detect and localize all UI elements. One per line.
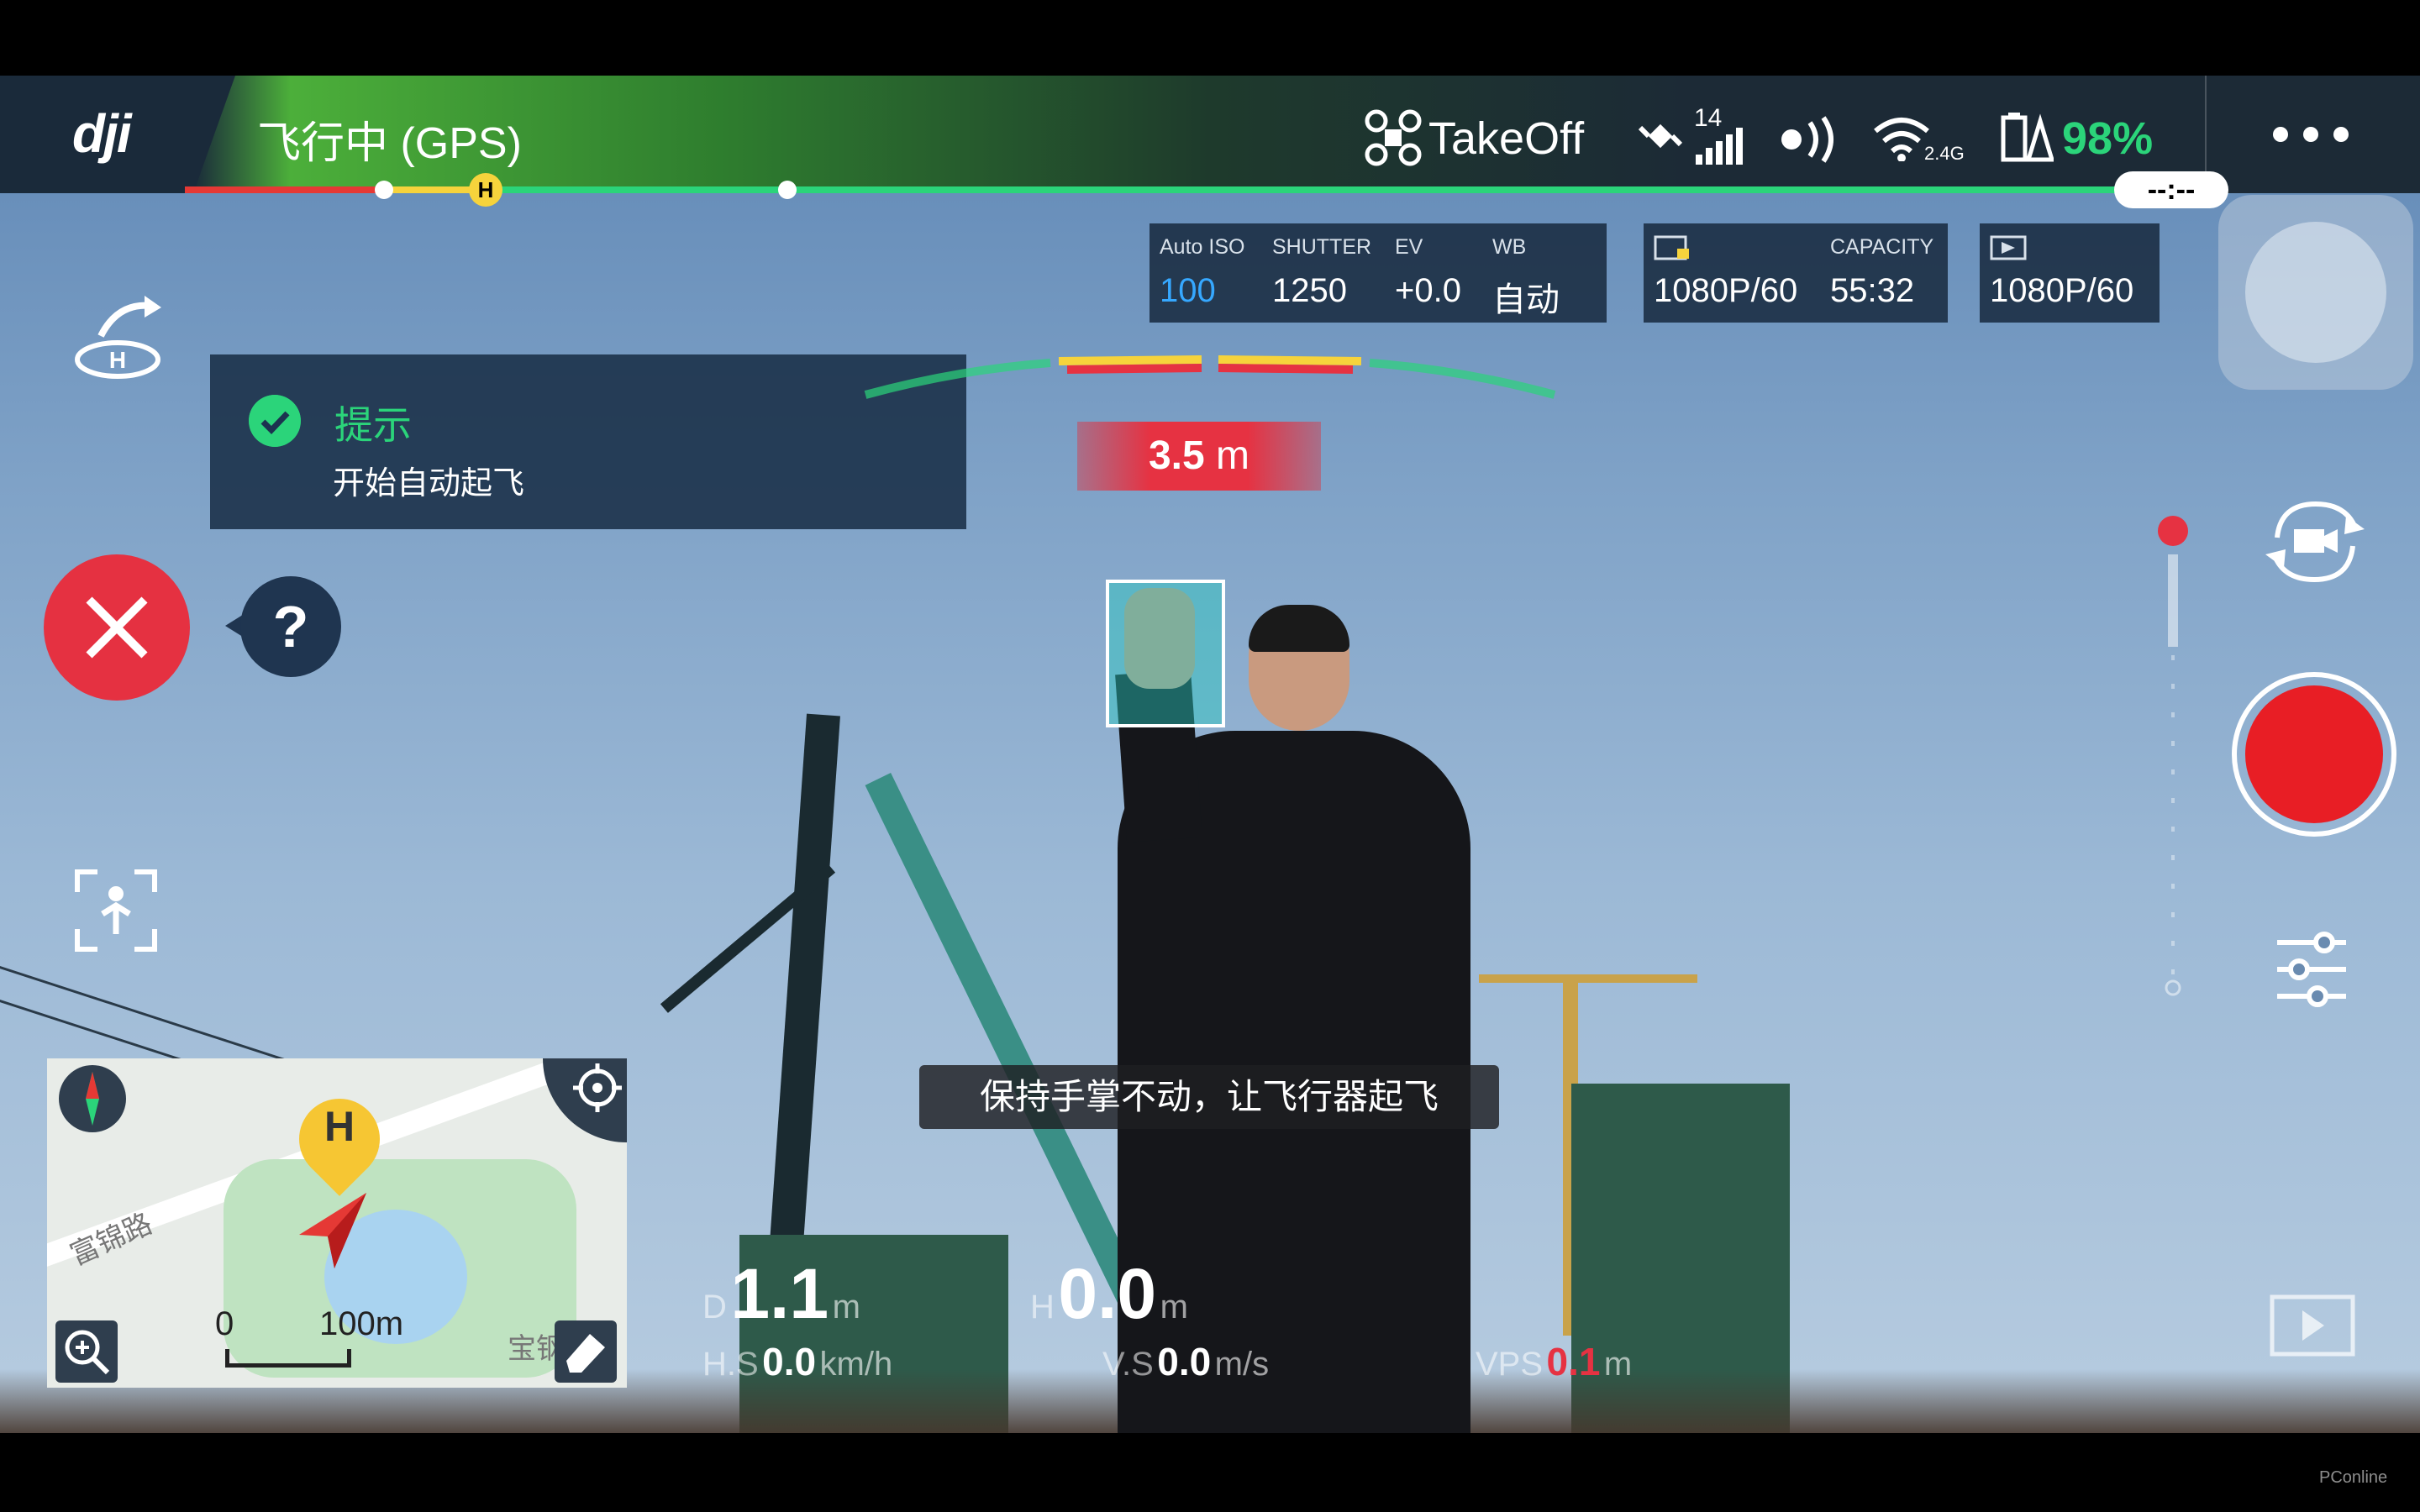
transmission-icon <box>1990 235 2027 260</box>
locate-icon <box>573 1063 622 1112</box>
altitude-warning: 3.5 m <box>1077 422 1321 491</box>
camera-params-panel[interactable]: Auto ISO 100 SHUTTER 1250 EV +0.0 WB 自动 <box>1150 223 1607 323</box>
flight-status[interactable]: 飞行中 (GPS) <box>257 108 522 171</box>
photo-mode-inner <box>2245 222 2386 363</box>
zoom-in-icon <box>65 1330 110 1375</box>
drone-icon <box>1365 109 1422 166</box>
sd-card-icon <box>1654 235 1689 260</box>
shutter-label: SHUTTER <box>1272 235 1372 259</box>
storage-resolution: 1080P/60 <box>1654 272 1798 309</box>
progress-marker <box>375 181 393 199</box>
altitude-warning-unit: m <box>1216 433 1250 478</box>
vs-label: V.S <box>1102 1346 1154 1383</box>
wifi-band: 2.4G <box>1924 143 1965 164</box>
playback-icon[interactable] <box>2269 1294 2356 1357</box>
dji-logo[interactable]: dji <box>72 102 132 165</box>
record-button[interactable] <box>2245 685 2383 823</box>
hint-card <box>210 354 966 529</box>
progress-marker <box>778 181 797 199</box>
crane-right-arm <box>1479 974 1697 983</box>
transmission-panel[interactable]: 1080P/60 <box>1980 223 2160 323</box>
satellite-icon <box>1638 123 1683 149</box>
iso-label: Auto ISO <box>1160 235 1245 259</box>
distance-unit: m <box>832 1289 860 1326</box>
map-clear-button[interactable] <box>555 1320 617 1383</box>
eraser-icon <box>566 1334 605 1373</box>
vs-unit: m/s <box>1214 1346 1270 1383</box>
hint-body: 开始自动起飞 <box>333 466 525 501</box>
storage-capacity: 55:32 <box>1830 272 1915 309</box>
telemetry-height: H 0.0 m <box>1030 1253 1188 1335</box>
flight-progress-battery-low <box>185 186 378 193</box>
map-scale-bar <box>225 1349 351 1368</box>
camera-switch-icon[interactable] <box>2260 496 2370 588</box>
battery-icon <box>2001 113 2054 162</box>
hs-label: H.S <box>702 1346 759 1383</box>
svg-text:H: H <box>109 347 126 373</box>
map-locate-button[interactable] <box>543 1058 627 1142</box>
watermark: PConline <box>2319 1468 2388 1487</box>
map-zoom-button[interactable] <box>55 1320 118 1383</box>
aircraft-position-icon <box>299 1193 366 1268</box>
compass-icon <box>86 1072 99 1126</box>
compass-button[interactable] <box>59 1065 126 1132</box>
check-icon <box>249 395 301 447</box>
iso-value: 100 <box>1160 272 1216 309</box>
gesture-instruction: 保持手掌不动，让飞行器起飞 <box>919 1065 1499 1129</box>
return-home-icon[interactable]: H <box>67 294 171 386</box>
hint-title: 提示 <box>334 403 412 447</box>
mini-map[interactable]: H 富锦路 宝钢 0 100m <box>47 1058 627 1388</box>
telemetry-horizontal-speed: H.S 0.0 km/h <box>702 1339 892 1384</box>
telemetry-vertical-speed: V.S 0.0 m/s <box>1102 1339 1269 1384</box>
vps-unit: m <box>1603 1346 1633 1383</box>
camera-settings-icon[interactable] <box>2274 929 2349 1010</box>
letterbox-top <box>0 0 2420 76</box>
battery-percent[interactable]: 98% <box>2062 113 2153 165</box>
storage-panel[interactable]: CAPACITY 1080P/60 55:32 <box>1644 223 1948 323</box>
height-label: H <box>1030 1289 1055 1326</box>
transmission-resolution: 1080P/60 <box>1990 272 2134 309</box>
home-point-marker: H <box>469 173 502 207</box>
cancel-takeoff-button[interactable] <box>44 554 190 701</box>
distance-value: 1.1 <box>730 1254 829 1333</box>
obstacle-arc <box>864 355 1556 399</box>
hs-unit: km/h <box>819 1346 893 1383</box>
flight-mode-label[interactable]: TakeOff <box>1428 113 1584 165</box>
ev-label: EV <box>1395 235 1423 259</box>
vps-value: 0.1 <box>1546 1340 1601 1383</box>
wifi-icon <box>1874 118 1929 161</box>
hs-value: 0.0 <box>762 1340 817 1383</box>
map-scale-end: 100m <box>319 1305 404 1342</box>
palm-tracking-box[interactable] <box>1106 580 1225 727</box>
map-home-label: H <box>324 1103 355 1150</box>
distance-label: D <box>702 1289 727 1326</box>
wb-value: 自动 <box>1492 281 1560 318</box>
map-scale-start: 0 <box>215 1305 234 1342</box>
vs-value: 0.0 <box>1157 1340 1212 1383</box>
map-road-label: 富锦路 <box>66 1207 157 1272</box>
height-unit: m <box>1160 1289 1188 1326</box>
help-button[interactable]: ? <box>240 576 341 677</box>
flight-time-remaining: --:-- <box>2114 171 2228 208</box>
ev-value: +0.0 <box>1395 272 1461 309</box>
altitude-warning-value: 3.5 <box>1148 433 1205 478</box>
letterbox-bottom <box>0 1433 2420 1512</box>
gimbal-pitch-slider[interactable] <box>2156 512 2190 1000</box>
vps-label: VPS <box>1476 1346 1544 1383</box>
close-icon <box>86 596 148 659</box>
wb-label: WB <box>1492 235 1527 259</box>
shutter-value: 1250 <box>1272 272 1347 309</box>
capacity-label: CAPACITY <box>1830 235 1934 259</box>
rc-signal-icon <box>1781 116 1833 163</box>
person-track-icon[interactable] <box>74 869 158 953</box>
signal-bars-icon <box>1696 128 1743 165</box>
height-value: 0.0 <box>1058 1254 1157 1333</box>
telemetry-distance: D 1.1 m <box>702 1253 860 1335</box>
telemetry-vps: VPS 0.1 m <box>1476 1339 1632 1384</box>
more-menu-icon[interactable] <box>2269 118 2353 151</box>
